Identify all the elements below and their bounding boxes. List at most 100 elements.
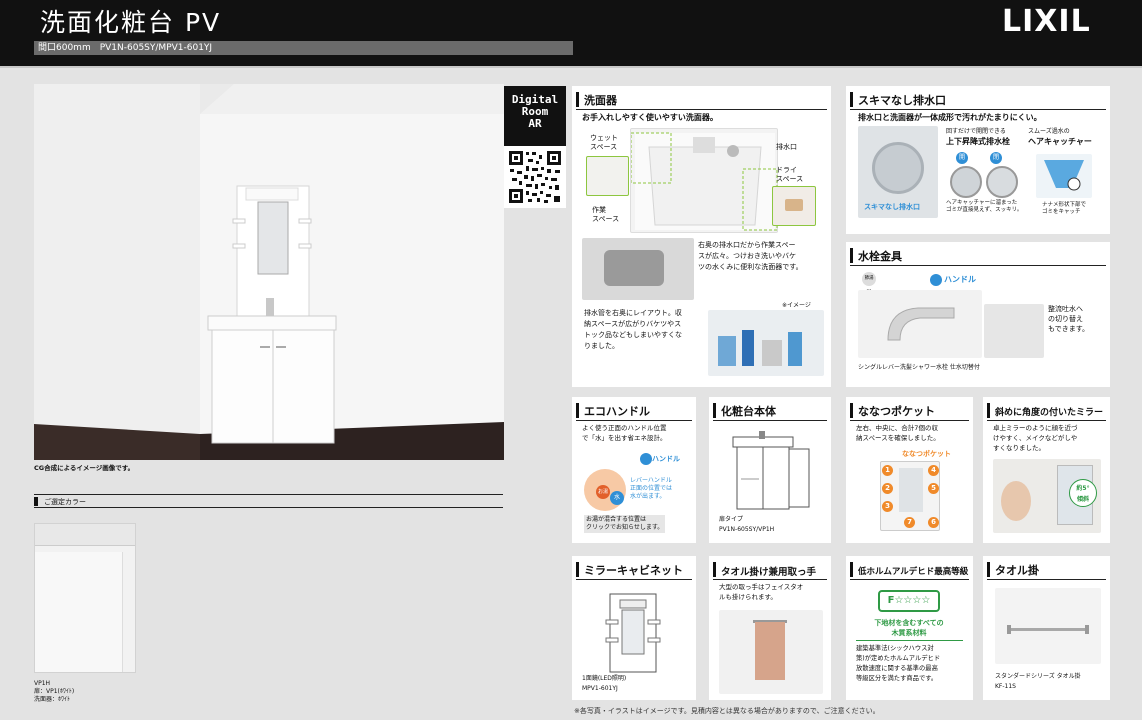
title-rule (713, 420, 827, 421)
qr-code-graphic (508, 150, 562, 204)
hair-catcher-graphic (1044, 160, 1084, 191)
section-marker (850, 562, 853, 577)
eco-desc: よく使う正面のハンドル位置 で「水」を出す省エネ設計。 (582, 424, 667, 442)
drain-photo: スキマなし排水口 (858, 126, 938, 218)
title-rule (850, 579, 969, 580)
drain-card: スキマなし排水口 排水口と洗面器が一体成形で汚れがたまりにくい。 スキマなし排水… (846, 86, 1110, 234)
room-note: CG合成によるイメージ画像です。 (34, 464, 135, 472)
sink-lead: お手入れしやすく使いやすい洗面器。 (582, 113, 718, 122)
water-label: 水 (610, 491, 624, 505)
towel-bar-card: タオル掛 スタンダードシリーズ タオル掛 KF-11S (983, 556, 1110, 700)
pocket-num: 3 (882, 501, 893, 512)
work-label: 作業 スペース (592, 206, 620, 223)
pocket-num: 2 (882, 483, 893, 494)
towel-bar-title: タオル掛 (995, 564, 1039, 577)
color-model: VP1H (34, 680, 51, 687)
mirror-cabinet-type: 1面鏡(LED照明) (582, 675, 627, 682)
section-marker (850, 92, 853, 107)
hot-label: お湯 (596, 485, 610, 499)
color-section-title: ご選定カラー (44, 498, 86, 506)
cabinet-diagram (732, 431, 810, 510)
cabinet-card: 化粧台本体 扉タイプ PV1N-605SY/VP1H (709, 397, 831, 543)
sink-desc2: 排水管を右奥にレイアウト。収 納スペースが広がりバケツやス トック品などもしまいやす… (584, 309, 682, 350)
towel-bar-photo (995, 588, 1101, 664)
page-title: 洗面化粧台 PV (40, 8, 222, 37)
towel-handle-card: タオル掛け兼用取っ手 大型の取っ手はフェイスタオ ルも掛けられます。 (709, 556, 831, 700)
divider (34, 507, 503, 508)
mirror-title: 斜めに角度の付いたミラー (995, 408, 1104, 418)
pocket-num: 4 (928, 465, 939, 476)
qr-code-icon[interactable] (504, 146, 566, 208)
towel-bar-caption: スタンダードシリーズ タオル掛 (995, 673, 1081, 680)
header-divider (0, 66, 1142, 68)
drain-head1: 上下昇降式排水栓 (946, 137, 1010, 146)
section-marker (576, 562, 579, 577)
section-marker (713, 562, 716, 577)
f-four-star-mark: F☆☆☆☆ (878, 590, 940, 612)
title-rule (576, 420, 692, 421)
section-marker (850, 248, 853, 263)
mirror-cabinet-title: ミラーキャビネット (584, 564, 683, 577)
drain-title: スキマなし排水口 (858, 94, 946, 107)
mirror-cabinet-card: ミラーキャビネット 1面鏡(LED照明) MPV1-601YJ (572, 556, 696, 700)
ar-badge[interactable]: Digital Room AR (504, 86, 566, 146)
pocket-card: ななつポケット 左右、中央に、合計7個の収 納スペースを確保しました。 ななつポケ… (846, 397, 973, 543)
dry-label: ドライ スペース (776, 166, 804, 183)
drain-plug-open-icon (950, 166, 982, 198)
drain-photo-label: スキマなし排水口 (864, 203, 920, 211)
drain-plug-closed-icon (986, 166, 1018, 198)
footnote: ※各写真・イラストはイメージです。見積内容とは異なる場合がありますので、ご注意く… (574, 707, 880, 715)
dry-space-photo (772, 186, 816, 226)
ar-badge-line: AR (528, 117, 542, 130)
shower-photo (984, 304, 1044, 358)
faucet-title: 水栓金具 (858, 250, 902, 263)
eco-card: エコハンドル よく使う正面のハンドル位置 で「水」を出す省エネ設計。 ハンドル お… (572, 397, 696, 543)
sink-bowl-graphic (630, 132, 778, 231)
mirror-card: 斜めに角度の付いたミラー 卓上ミラーのように顔を近づ けやすく、メイクなどがしやす… (983, 397, 1110, 543)
section-marker (34, 497, 38, 506)
water-drop-icon (640, 453, 652, 465)
faucet-card: 水栓金具 節湯C1 ハンドル 整流吐水への切り替えもできます。 シングルレバー洗… (846, 242, 1110, 387)
faucet-photo (858, 290, 982, 358)
towel-handle-photo (719, 610, 823, 694)
drain-label: 排水口 (776, 143, 797, 151)
mirror-cabinet-model: MPV1-601YJ (582, 685, 618, 692)
wet-space-photo (586, 156, 629, 196)
vanity-room-illustration (34, 84, 504, 460)
mirror-desc: 卓上ミラーのように顔を近づ けやすく、メイクなどがしや すくなりました。 (993, 424, 1078, 452)
wet-label: ウェット スペース (590, 134, 618, 151)
brand-logo: LIXIL (1002, 4, 1091, 39)
pocket-sub: ななつポケット (902, 450, 951, 458)
section-marker (713, 403, 716, 418)
sink-photo (630, 128, 778, 233)
formaldehyde-title: 低ホルムアルデヒド最高等級 (858, 567, 969, 577)
pocket-num: 7 (904, 517, 915, 528)
bucket-photo (582, 238, 694, 300)
hair-catcher-icon (1036, 154, 1092, 198)
towel-handle-desc: 大型の取っ手はフェイスタオ ルも掛けられます。 (719, 583, 804, 601)
section-marker (576, 92, 579, 107)
cabinet-title: 化粧台本体 (721, 405, 776, 418)
divider (34, 494, 503, 495)
faucet-handle-label: ハンドル (944, 275, 976, 284)
faucet-desc: 整流吐水へ の切り替え もできます。 (1048, 305, 1090, 333)
open-icon: 開 (956, 152, 968, 164)
mirror-cabinet-diagram (605, 593, 661, 673)
sink-desc1: 右奥の排水口だから作業スペー スが広々。つけおき洗いやバケ ツの水くみに便利な洗面器… (698, 241, 803, 271)
section-marker (987, 403, 990, 418)
drain-lead: 排水口と洗面器が一体成形で汚れがたまりにくい。 (858, 113, 1042, 122)
color-door: 扉：VP1(ﾎﾜｲﾄ) (34, 688, 75, 695)
formaldehyde-card: 低ホルムアルデヒド最高等級 F☆☆☆☆ 下地材を含むすべての 木質系材料 建築基準… (846, 556, 973, 700)
towel-handle-title: タオル掛け兼用取っ手 (721, 567, 817, 578)
drain-cap2: ナナメ形状下部で ゴミをキャッチ (1042, 202, 1087, 215)
sink-card: 洗面器 お手入れしやすく使いやすい洗面器。 ウェット スペース 排水口 ドライ スペ… (572, 86, 831, 387)
section-marker (576, 403, 579, 418)
title-rule (576, 109, 827, 110)
tilt-badge: 約5° 傾斜 (1069, 479, 1097, 507)
cabinet-model: PV1N-605SY/VP1H (719, 526, 775, 533)
sink-title: 洗面器 (584, 94, 617, 107)
pocket-title: ななつポケット (858, 405, 935, 418)
water-drop-icon (930, 274, 942, 286)
color-swatch (34, 523, 136, 673)
towel-bar-model: KF-11S (995, 683, 1016, 690)
